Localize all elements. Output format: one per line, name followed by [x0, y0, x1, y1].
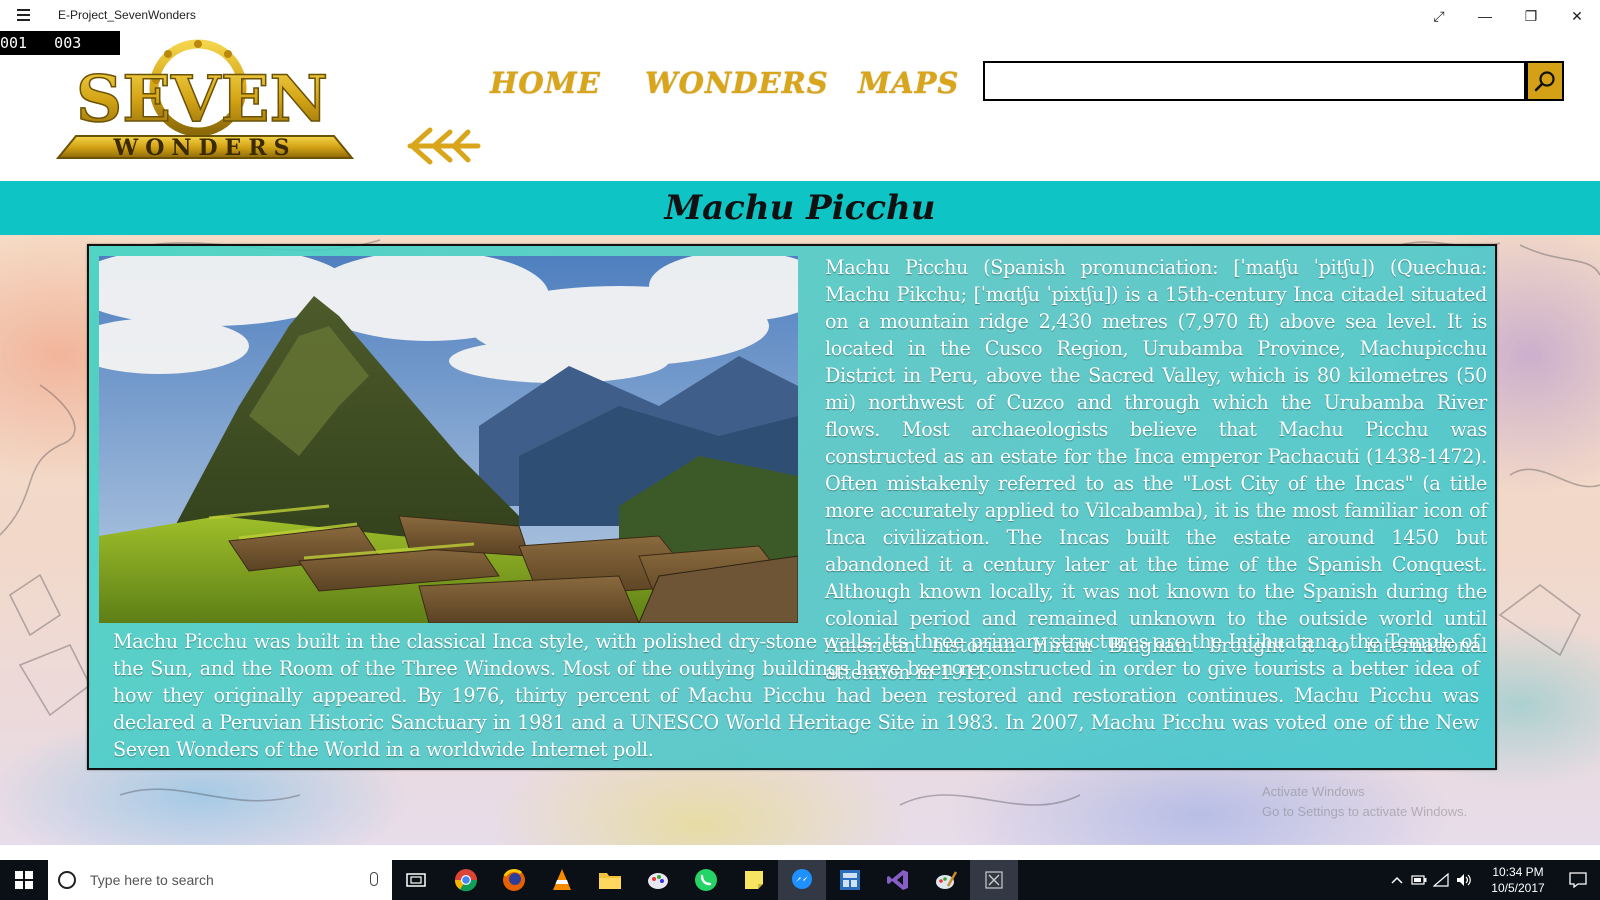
whatsapp-icon[interactable] [682, 860, 730, 900]
maximize-button[interactable]: ❐ [1508, 0, 1554, 32]
minimize-button[interactable]: — [1462, 0, 1508, 32]
chrome-icon[interactable] [442, 860, 490, 900]
search-button[interactable] [1526, 61, 1564, 101]
taskbar-search-placeholder: Type here to search [90, 872, 214, 888]
clock-time: 10:34 PM [1492, 865, 1544, 879]
watermark-line-1: Activate Windows [1262, 784, 1365, 799]
task-view-icon[interactable] [392, 860, 440, 900]
action-center-icon[interactable] [1558, 860, 1598, 900]
taskbar-search-box[interactable]: Type here to search [48, 860, 392, 900]
taskbar-clock[interactable]: 10:34 PM 10/5/2017 [1484, 864, 1552, 896]
close-app-icon[interactable] [970, 860, 1018, 900]
wonder-info-card: Machu Picchu (Spanish pronunciation: [ˈm… [87, 244, 1497, 770]
paint-brush-icon[interactable] [922, 860, 970, 900]
activate-windows-watermark: Activate Windows Go to Settings to activ… [1262, 782, 1467, 822]
close-button[interactable]: ✕ [1554, 0, 1600, 32]
wifi-icon[interactable] [1430, 860, 1452, 900]
app-title: E-Project_SevenWonders [58, 8, 196, 22]
paint-icon[interactable] [634, 860, 682, 900]
clock-date: 10/5/2017 [1491, 881, 1545, 895]
nav-maps-link[interactable]: MAPS [858, 66, 959, 100]
machu-picchu-photo [99, 256, 798, 623]
windows-taskbar: Type here to search 10:34 PM 10/5/2017 [0, 860, 1600, 900]
description-paragraph-2: Machu Picchu was built in the classical … [113, 630, 1479, 761]
windows-logo-icon [15, 871, 33, 889]
seven-wonders-logo[interactable]: SEVEN WONDERS [52, 38, 358, 166]
show-hidden-icons-chevron-icon[interactable] [1386, 860, 1408, 900]
calculator-icon[interactable] [826, 860, 874, 900]
file-explorer-icon[interactable] [586, 860, 634, 900]
search-input[interactable] [983, 61, 1526, 101]
watermark-line-2: Go to Settings to activate Windows. [1262, 804, 1468, 819]
page-title: Machu Picchu [664, 188, 936, 228]
battery-icon[interactable] [1408, 860, 1430, 900]
start-button[interactable] [0, 860, 48, 900]
messenger-icon[interactable] [778, 860, 826, 900]
description-paragraph-1: Machu Picchu (Spanish pronunciation: [ˈm… [825, 256, 1487, 684]
sticky-notes-icon[interactable] [730, 860, 778, 900]
nav-home-link[interactable]: HOME [490, 66, 601, 100]
cortana-icon [58, 871, 76, 889]
volume-icon[interactable] [1452, 860, 1476, 900]
fullscreen-button[interactable]: ⤢ [1416, 0, 1462, 32]
nav-wonders-link[interactable]: WONDERS [645, 66, 829, 100]
logo-text-seven: SEVEN [76, 62, 328, 137]
search-icon [1534, 71, 1555, 92]
back-arrow-icon[interactable] [404, 124, 482, 168]
microphone-icon[interactable] [370, 872, 378, 886]
title-bar: E-Project_SevenWonders ⤢ — ❐ ✕ [0, 0, 1600, 32]
firefox-icon[interactable] [490, 860, 538, 900]
vlc-icon[interactable] [538, 860, 586, 900]
logo-text-wonders: WONDERS [113, 135, 297, 161]
page-title-banner: Machu Picchu [0, 181, 1600, 235]
visual-studio-icon[interactable] [874, 860, 922, 900]
hamburger-menu-icon[interactable] [10, 6, 36, 26]
